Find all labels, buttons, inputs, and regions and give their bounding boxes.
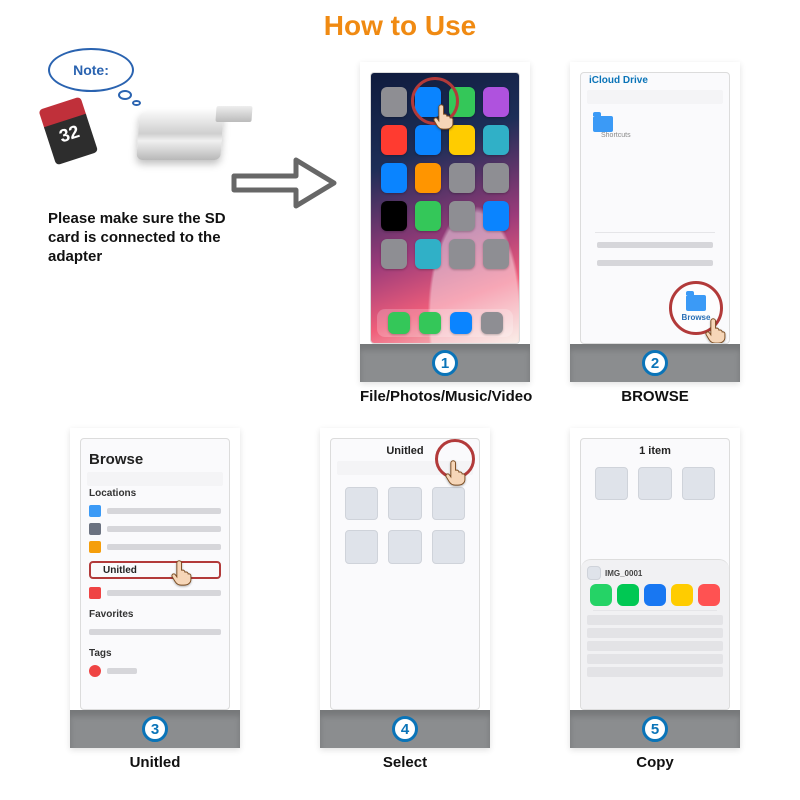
- action-row: [587, 628, 723, 638]
- back-label: iCloud Drive: [589, 75, 721, 86]
- share-app-icon: [617, 584, 639, 606]
- step-2-caption: BROWSE: [570, 388, 740, 405]
- step-4-caption: Select: [320, 754, 490, 771]
- tap-hand-icon: [441, 457, 471, 487]
- location-icloud: [89, 503, 221, 519]
- tap-hand-icon: [429, 101, 459, 131]
- search-bar: [87, 472, 223, 486]
- section-favorites: Favorites: [89, 609, 221, 620]
- search-bar: [587, 90, 723, 104]
- folder-label: Shortcuts: [601, 132, 709, 139]
- share-app-icon: [671, 584, 693, 606]
- location-untitled-highlight: Unitled: [89, 561, 221, 579]
- step-1-phone: 1: [360, 62, 530, 382]
- note-bubble: Note:: [48, 48, 134, 92]
- step-1-caption: File/Photos/Music/Video: [360, 388, 530, 405]
- dock: [377, 309, 513, 337]
- step-5-caption: Copy: [570, 754, 740, 771]
- sheet-title: IMG_0001: [605, 569, 642, 578]
- file-grid: [331, 477, 479, 574]
- step-3-caption: Unitled: [70, 754, 240, 771]
- tap-hand-icon: [167, 557, 197, 587]
- action-row: [587, 641, 723, 651]
- location-recent: [89, 585, 221, 601]
- step-number: 3: [142, 716, 168, 742]
- share-app-icon: [698, 584, 720, 606]
- screen-title: 1 item: [589, 445, 721, 457]
- share-app-icon: [644, 584, 666, 606]
- folder-icon: [593, 116, 613, 132]
- card-reader-adapter: [108, 96, 248, 174]
- step-5-phone: 1 item IMG_0001 5: [570, 428, 740, 748]
- step-number: 5: [642, 716, 668, 742]
- step-2-phone: iCloud Drive Shortcuts Browse 2: [570, 62, 740, 382]
- section-tags: Tags: [89, 648, 221, 659]
- folder-icon: [686, 295, 706, 311]
- share-apps-row: [587, 584, 723, 606]
- location-extra: [89, 539, 221, 555]
- step-3-phone: Browse Locations Unitled Favorites Tags …: [70, 428, 240, 748]
- share-sheet: IMG_0001: [581, 559, 729, 709]
- section-locations: Locations: [89, 488, 221, 499]
- step-number: 4: [392, 716, 418, 742]
- step-number: 1: [432, 350, 458, 376]
- location-onmyiphone: [89, 521, 221, 537]
- screen-title: Browse: [89, 451, 221, 468]
- adapter-caption: Please make sure the SD card is connecte…: [48, 210, 228, 266]
- step-4-phone: Unitled 4: [320, 428, 490, 748]
- action-row: [587, 667, 723, 677]
- action-copy: [587, 615, 723, 625]
- lightning-plug-icon: [215, 106, 252, 122]
- step-number: 2: [642, 350, 668, 376]
- page-title: How to Use: [0, 0, 800, 42]
- arrow-right-icon: [230, 148, 340, 218]
- tap-hand-icon: [701, 315, 730, 344]
- share-app-icon: [590, 584, 612, 606]
- action-row: [587, 654, 723, 664]
- sd-card-icon: 32: [38, 97, 97, 164]
